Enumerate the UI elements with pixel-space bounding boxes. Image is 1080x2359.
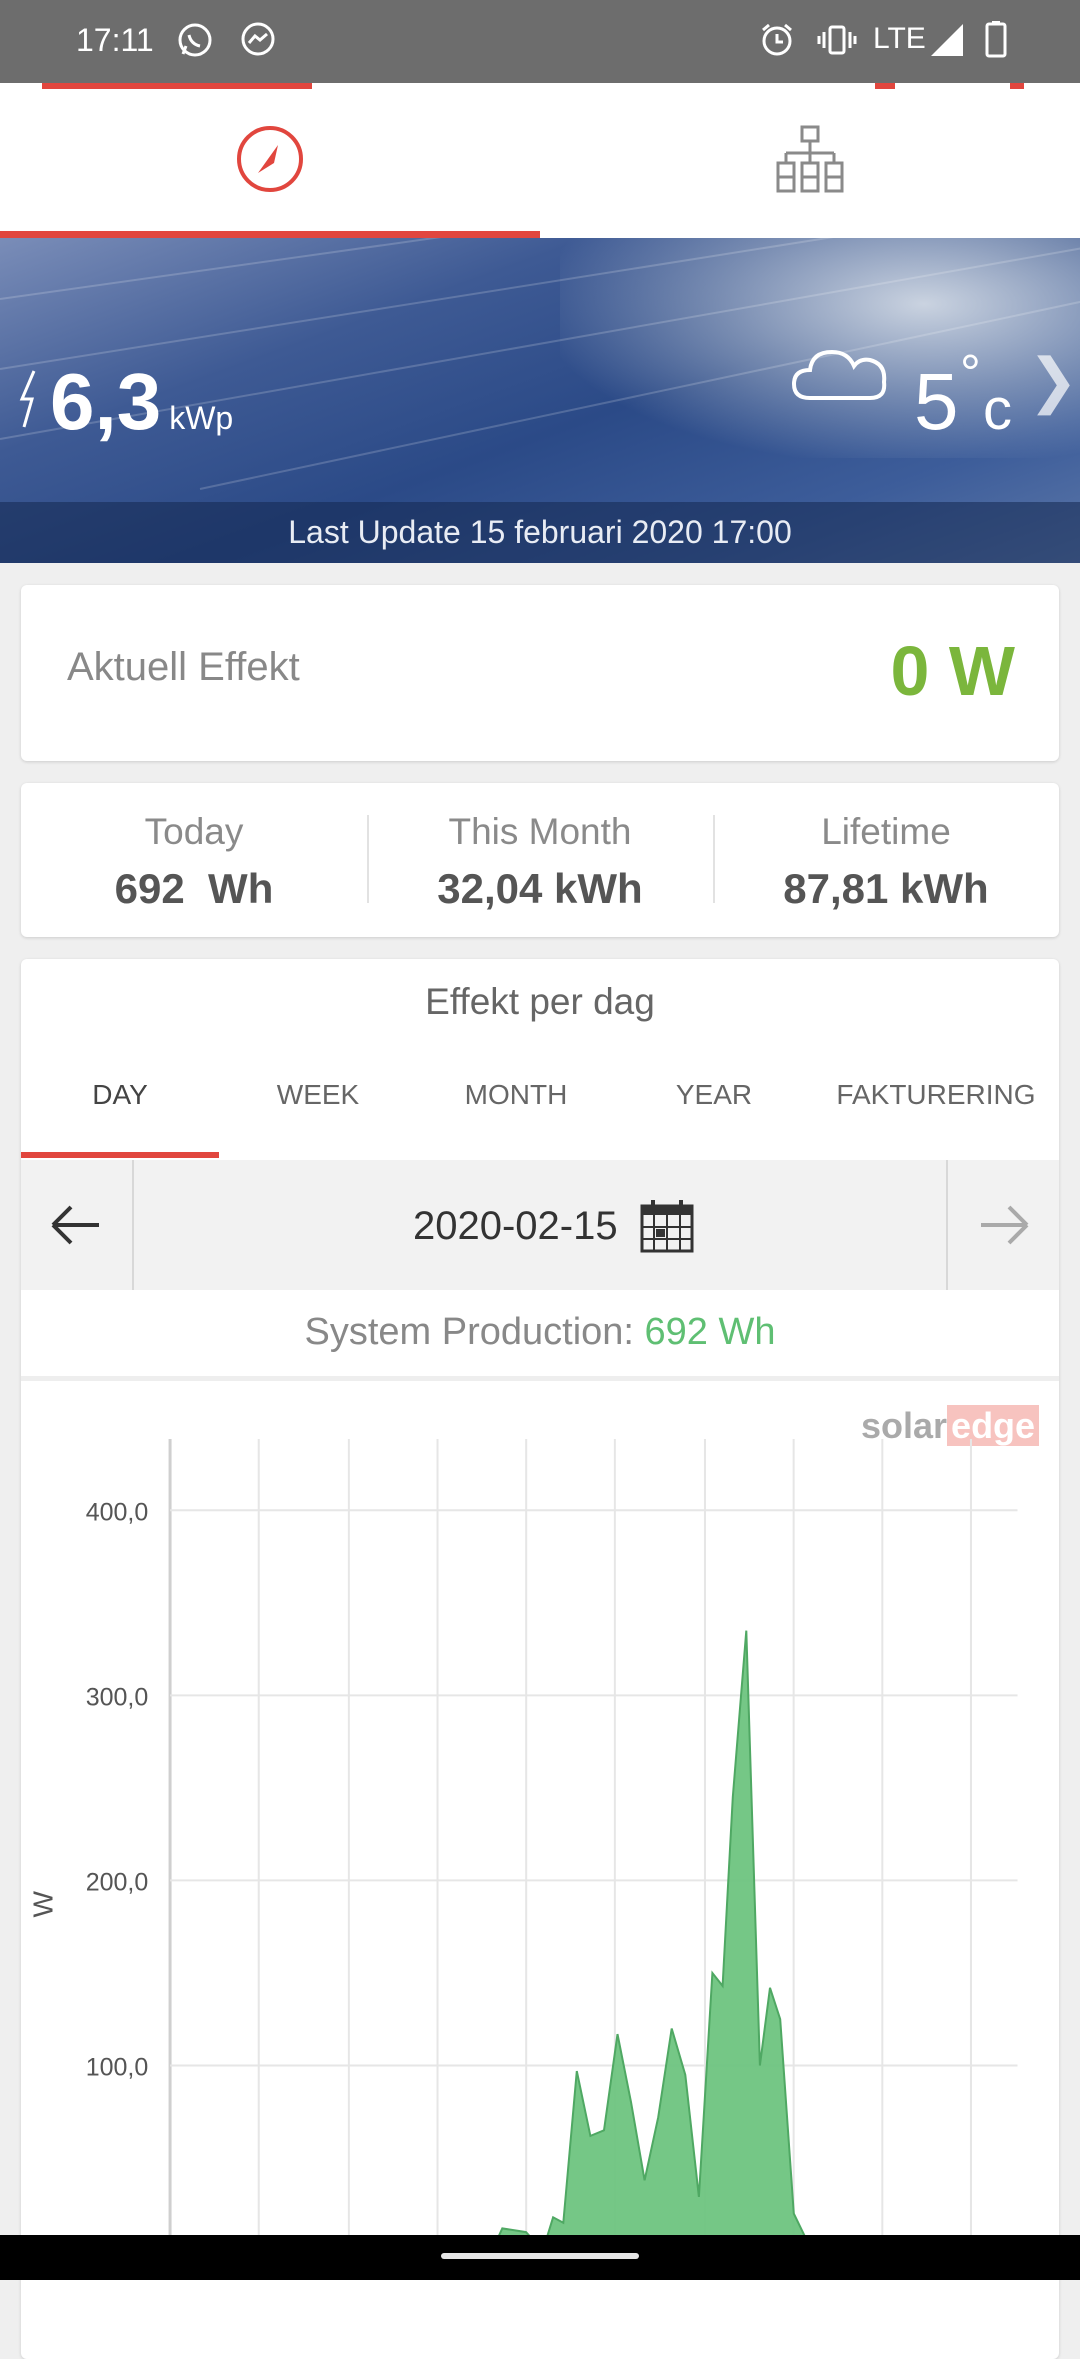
energy-summary-card: Today 692 Wh This Month 32,04 kWh Lifeti…: [21, 783, 1059, 937]
divider: [21, 1376, 1059, 1381]
active-tab-indicator: [0, 231, 540, 238]
cloud-icon: [791, 349, 887, 400]
lightning-icon: [19, 370, 36, 428]
site-banner[interactable]: 6,3 kWp 5 ° c ❯ Last Update 15 februari …: [0, 238, 1080, 563]
energy-title: Lifetime: [821, 811, 951, 852]
vibrate-icon: [817, 25, 857, 55]
y-tick-label: 400,0: [86, 1498, 149, 1526]
energy-lifetime: Lifetime 87,81 kWh: [713, 783, 1059, 937]
home-handle[interactable]: [441, 2253, 639, 2259]
date-navigator: 2020-02-15: [21, 1160, 1059, 1290]
chart-card-title: Effekt per dag: [425, 981, 655, 1022]
system-navigation-bar: [0, 2235, 1080, 2280]
energy-today: Today 692 Wh: [21, 783, 367, 937]
period-tabs: DAY WEEK MONTH YEAR FAKTURERING: [21, 1045, 1059, 1119]
signal-icon: [931, 24, 963, 56]
degree-symbol: °: [960, 345, 981, 403]
messenger-icon: [241, 22, 275, 56]
previous-date-button[interactable]: [21, 1160, 132, 1290]
battery-icon: [985, 21, 1007, 58]
tab-site-layout[interactable]: [540, 83, 1080, 238]
y-tick-label: 200,0: [86, 1868, 149, 1896]
tab-week[interactable]: WEEK: [219, 1045, 417, 1119]
selected-date[interactable]: 2020-02-15: [413, 1204, 618, 1249]
tab-fakturering[interactable]: FAKTURERING: [813, 1045, 1059, 1119]
production-area-series: [498, 1630, 806, 2235]
energy-title: Today: [144, 811, 244, 852]
system-production: System Production: 692 Wh: [21, 1311, 1059, 1354]
energy-title: This Month: [448, 811, 632, 852]
energy-value: 692 Wh: [114, 865, 274, 912]
power-chart[interactable]: 400,0 300,0 200,0 100,0 W: [21, 1384, 1059, 2235]
temperature-value: 5: [914, 357, 959, 446]
tab-dashboard[interactable]: [0, 83, 540, 238]
y-tick-label: 300,0: [86, 1683, 149, 1711]
last-update: Last Update 15 februari 2020 17:00: [0, 502, 1080, 563]
temperature-unit: c: [983, 377, 1012, 442]
peak-power-unit: kWp: [169, 400, 234, 436]
current-power-card: Aktuell Effekt 0 W: [21, 585, 1059, 761]
y-axis-label: W: [27, 1890, 58, 1917]
status-time: 17:11: [76, 22, 154, 58]
current-power-value: 0 W: [890, 632, 1015, 710]
y-tick-label: 100,0: [86, 2054, 149, 2082]
arrow-right-icon: [981, 1205, 1029, 1245]
arrow-left-icon: [51, 1205, 99, 1245]
whatsapp-icon: [178, 23, 212, 57]
tab-day[interactable]: DAY: [21, 1045, 219, 1119]
system-production-value: 692 Wh: [644, 1311, 776, 1353]
system-production-label: System Production:: [304, 1311, 634, 1353]
network-type: LTE: [873, 22, 926, 55]
status-bar: 17:11 LTE: [0, 0, 1080, 83]
dashboard-gauge-icon: [237, 126, 303, 192]
energy-this-month: This Month 32,04 kWh: [367, 783, 713, 937]
top-tab-bar: [0, 83, 1080, 238]
chevron-right-icon[interactable]: ❯: [1028, 346, 1078, 416]
calendar-icon[interactable]: [639, 1198, 695, 1254]
energy-value: 87,81 kWh: [783, 865, 989, 912]
peak-power-value: 6,3: [50, 357, 162, 446]
next-date-button[interactable]: [948, 1160, 1059, 1290]
active-period-indicator: [21, 1152, 219, 1158]
current-power-label: Aktuell Effekt: [67, 645, 300, 689]
peak-power: 6,3 kWp: [18, 356, 233, 448]
alarm-icon: [762, 23, 792, 56]
site-layout-icon: [776, 125, 844, 193]
tab-year[interactable]: YEAR: [615, 1045, 813, 1119]
power-chart-card: Effekt per dag DAY WEEK MONTH YEAR FAKTU…: [21, 959, 1059, 2359]
tab-month[interactable]: MONTH: [417, 1045, 615, 1119]
divider: [132, 1160, 134, 1290]
energy-value: 32,04 kWh: [437, 865, 643, 912]
